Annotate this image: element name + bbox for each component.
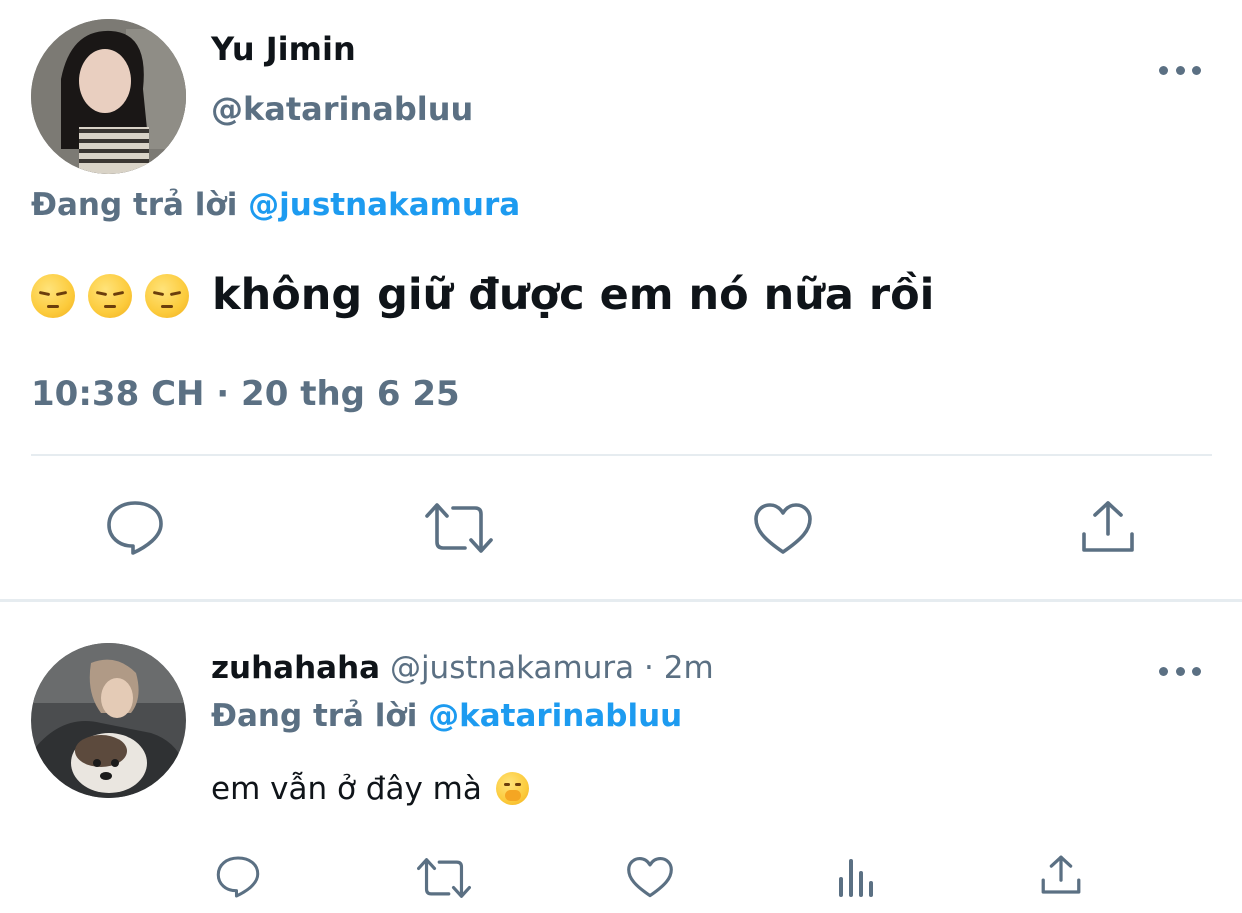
tweet-time-ago[interactable]: 2m (664, 650, 714, 686)
display-name[interactable]: zuhahaha (211, 650, 380, 686)
replying-prefix: Đang trả lời (211, 698, 418, 734)
replying-prefix: Đang trả lời (31, 187, 238, 223)
pensive-face-emoji (88, 274, 132, 318)
avatar[interactable] (31, 643, 186, 798)
like-icon[interactable] (627, 857, 673, 898)
mention-link[interactable]: @justnakamura (248, 187, 520, 223)
like-icon[interactable] (754, 503, 812, 555)
tweet-header: zuhahaha @justnakamura · 2m (211, 650, 714, 686)
divider (31, 454, 1212, 456)
views-icon[interactable] (836, 857, 876, 897)
avatar-photo (31, 19, 186, 174)
share-icon[interactable] (1081, 500, 1135, 554)
avatar[interactable] (31, 19, 186, 174)
more-options-icon[interactable] (1159, 663, 1201, 679)
username-handle[interactable]: @katarinabluu (211, 90, 473, 128)
tweet-text: không giữ được em nó nữa rồi (212, 270, 935, 320)
separator-dot: · (644, 650, 654, 686)
display-name[interactable]: Yu Jimin (211, 30, 356, 68)
more-options-icon[interactable] (1159, 62, 1201, 78)
reply-icon[interactable] (216, 855, 260, 899)
pensive-face-emoji (145, 274, 189, 318)
pensive-face-emoji (31, 274, 75, 318)
retweet-icon[interactable] (417, 857, 471, 899)
replying-to: Đang trả lời @katarinabluu (211, 698, 682, 734)
avatar-photo (31, 643, 186, 798)
reply-icon[interactable] (106, 500, 164, 556)
username-handle[interactable]: @justnakamura (390, 650, 634, 686)
hand-over-mouth-emoji (495, 772, 529, 805)
tweet-text-row: em vẫn ở đây mà (211, 771, 529, 807)
tweet-timestamp[interactable]: 10:38 CH · 20 thg 6 25 (31, 374, 460, 414)
replying-to: Đang trả lời @justnakamura (31, 187, 520, 223)
retweet-icon[interactable] (425, 502, 493, 554)
mention-link[interactable]: @katarinabluu (428, 698, 682, 734)
share-icon[interactable] (1041, 855, 1081, 895)
divider (0, 599, 1242, 602)
tweet-text: em vẫn ở đây mà (211, 771, 482, 807)
